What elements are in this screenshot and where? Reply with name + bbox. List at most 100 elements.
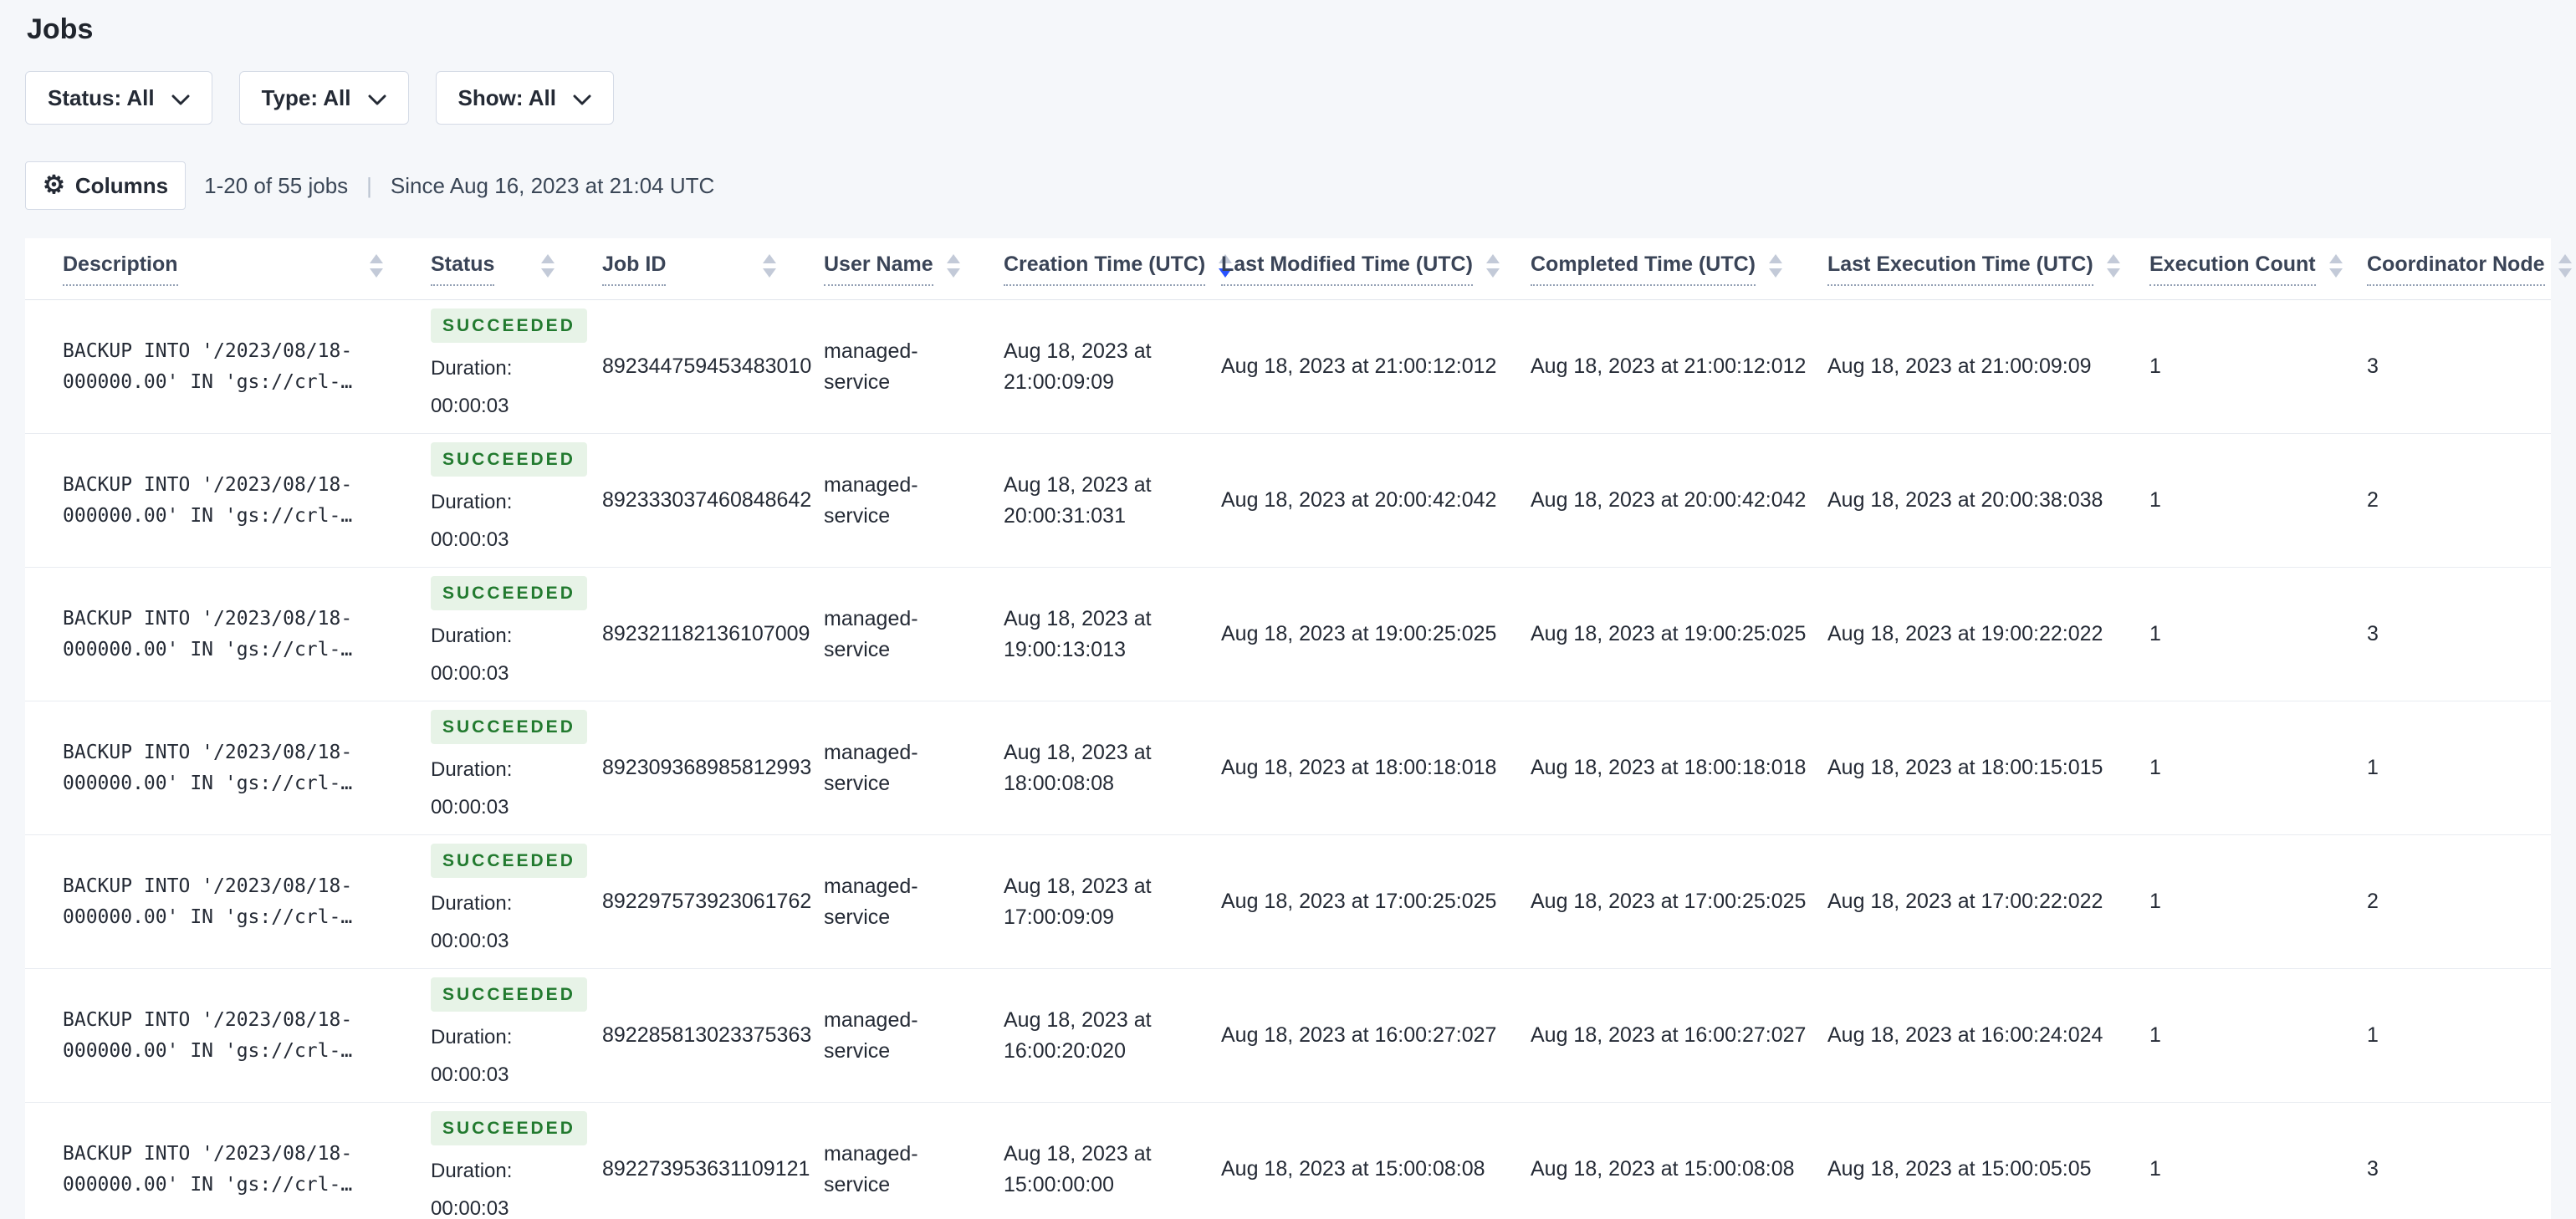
toolbar-divider: | (366, 172, 372, 198)
creation-time-cell: Aug 18, 2023 at 19:00:13:013 (1004, 606, 1152, 661)
user-name-cell: managed-service (824, 1007, 918, 1063)
sort-arrows-icon (2105, 252, 2122, 285)
sort-arrows-icon (539, 252, 556, 285)
since-text: Since Aug 16, 2023 at 21:04 UTC (390, 172, 715, 198)
page-title: Jobs (27, 13, 94, 45)
column-header-coordinator-node[interactable]: Coordinator Node (2359, 252, 2576, 286)
completed-time-cell: Aug 18, 2023 at 16:00:27:027 (1531, 1023, 1807, 1047)
duration-value: 00:00:03 (431, 1063, 509, 1086)
completed-time-cell: Aug 18, 2023 at 19:00:25:025 (1531, 622, 1807, 645)
creation-time-cell: Aug 18, 2023 at 17:00:09:09 (1004, 874, 1152, 929)
table-row: BACKUP INTO '/2023/08/18-000000.00' IN '… (25, 969, 2551, 1103)
chevron-down-icon (573, 85, 591, 111)
gear-icon: ⚙ (43, 171, 65, 199)
column-header-description[interactable]: Description (25, 252, 422, 286)
duration-value: 00:00:03 (431, 929, 509, 952)
job-id-cell: 892297573923061762 (602, 890, 812, 913)
last-modified-cell: Aug 18, 2023 at 19:00:25:025 (1221, 622, 1497, 645)
last-modified-cell: Aug 18, 2023 at 20:00:42:042 (1221, 488, 1497, 512)
filters-row: Status: All Type: All Show: All (25, 71, 2551, 125)
table-row: BACKUP INTO '/2023/08/18-000000.00' IN '… (25, 568, 2551, 701)
description-cell: BACKUP INTO '/2023/08/18-000000.00' IN '… (63, 1008, 353, 1062)
duration-label: Duration: (431, 356, 513, 380)
execution-count-cell: 1 (2149, 622, 2161, 645)
job-id-cell: 892285813023375363 (602, 1023, 812, 1047)
coordinator-node-cell: 1 (2367, 1023, 2379, 1047)
last-execution-cell: Aug 18, 2023 at 17:00:22:022 (1827, 890, 2103, 913)
job-id-cell: 892344759453483010 (602, 354, 812, 378)
coordinator-node-cell: 1 (2367, 756, 2379, 779)
table-body: BACKUP INTO '/2023/08/18-000000.00' IN '… (25, 300, 2551, 1219)
duration-label: Duration: (431, 624, 513, 647)
column-header-last-execution-time-utc[interactable]: Last Execution Time (UTC) (1819, 252, 2141, 286)
column-header-label: Description (63, 252, 178, 286)
execution-count-cell: 1 (2149, 354, 2161, 378)
toolbar: ⚙ Columns 1-20 of 55 jobs | Since Aug 16… (25, 161, 2551, 210)
column-header-creation-time-utc[interactable]: Creation Time (UTC) (995, 252, 1233, 286)
jobs-count-text: 1-20 of 55 jobs (204, 172, 349, 198)
table-header-row: Description Status Job ID User Name Creation… (25, 238, 2572, 300)
filter-button-type[interactable]: Type: All (238, 71, 409, 125)
sort-arrows-icon (1485, 252, 1501, 285)
creation-time-cell: Aug 18, 2023 at 16:00:20:020 (1004, 1007, 1152, 1063)
column-header-execution-count[interactable]: Execution Count (2141, 252, 2359, 286)
column-header-status[interactable]: Status (422, 252, 594, 286)
status-cell: SUCCEEDED Duration: 00:00:03 (422, 710, 594, 825)
user-name-cell: managed-service (824, 740, 918, 795)
column-header-completed-time-utc[interactable]: Completed Time (UTC) (1522, 252, 1819, 286)
execution-count-cell: 1 (2149, 488, 2161, 512)
job-id-cell: 892333037460848642 (602, 488, 812, 512)
creation-time-cell: Aug 18, 2023 at 20:00:31:031 (1004, 472, 1152, 528)
columns-button[interactable]: ⚙ Columns (25, 161, 187, 210)
column-header-user-name[interactable]: User Name (815, 252, 995, 286)
column-header-label: Execution Count (2149, 252, 2316, 286)
duration-value: 00:00:03 (431, 1196, 509, 1219)
status-cell: SUCCEEDED Duration: 00:00:03 (422, 309, 594, 424)
filter-button-status[interactable]: Status: All (25, 71, 212, 125)
table-row: BACKUP INTO '/2023/08/18-000000.00' IN '… (25, 835, 2551, 969)
description-cell: BACKUP INTO '/2023/08/18-000000.00' IN '… (63, 875, 353, 928)
last-execution-cell: Aug 18, 2023 at 21:00:09:09 (1827, 354, 2092, 378)
user-name-cell: managed-service (824, 606, 918, 661)
sort-arrows-icon (2557, 252, 2573, 285)
last-execution-cell: Aug 18, 2023 at 19:00:22:022 (1827, 622, 2103, 645)
status-badge: SUCCEEDED (431, 576, 587, 610)
table-row: BACKUP INTO '/2023/08/18-000000.00' IN '… (25, 1103, 2551, 1219)
user-name-cell: managed-service (824, 472, 918, 528)
execution-count-cell: 1 (2149, 890, 2161, 913)
filter-button-show[interactable]: Show: All (435, 71, 614, 125)
job-id-cell: 892309368985812993 (602, 756, 812, 779)
coordinator-node-cell: 3 (2367, 354, 2379, 378)
column-header-label: Status (431, 252, 495, 286)
status-cell: SUCCEEDED Duration: 00:00:03 (422, 576, 594, 691)
job-id-cell: 892273953631109121 (602, 1157, 810, 1181)
column-header-label: Creation Time (UTC) (1004, 252, 1206, 286)
sort-arrows-icon (2328, 252, 2344, 285)
table-row: BACKUP INTO '/2023/08/18-000000.00' IN '… (25, 434, 2551, 568)
status-badge: SUCCEEDED (431, 442, 587, 477)
coordinator-node-cell: 3 (2367, 622, 2379, 645)
duration-label: Duration: (431, 1159, 513, 1182)
completed-time-cell: Aug 18, 2023 at 20:00:42:042 (1531, 488, 1807, 512)
column-header-last-modified-time-utc[interactable]: Last Modified Time (UTC) (1213, 252, 1522, 286)
description-cell: BACKUP INTO '/2023/08/18-000000.00' IN '… (63, 741, 353, 794)
sort-arrows-icon (368, 252, 385, 285)
execution-count-cell: 1 (2149, 756, 2161, 779)
duration-value: 00:00:03 (431, 394, 509, 417)
jobs-page: Jobs Status: All Type: All Show: All ⚙ Col… (0, 0, 2576, 1219)
chevron-down-icon (368, 85, 386, 111)
creation-time-cell: Aug 18, 2023 at 18:00:08:08 (1004, 740, 1152, 795)
duration-value: 00:00:03 (431, 795, 509, 819)
sort-arrows-icon (761, 252, 778, 285)
completed-time-cell: Aug 18, 2023 at 21:00:12:012 (1531, 354, 1807, 378)
duration-value: 00:00:03 (431, 661, 509, 685)
column-header-job-id[interactable]: Job ID (594, 252, 815, 286)
last-modified-cell: Aug 18, 2023 at 15:00:08:08 (1221, 1157, 1485, 1181)
last-modified-cell: Aug 18, 2023 at 17:00:25:025 (1221, 890, 1497, 913)
filter-button-label: Show: All (457, 84, 556, 110)
description-cell: BACKUP INTO '/2023/08/18-000000.00' IN '… (63, 607, 353, 661)
status-badge: SUCCEEDED (431, 309, 587, 343)
filter-button-label: Status: All (48, 84, 155, 110)
columns-button-label: Columns (74, 172, 169, 198)
creation-time-cell: Aug 18, 2023 at 15:00:00:00 (1004, 1141, 1152, 1196)
